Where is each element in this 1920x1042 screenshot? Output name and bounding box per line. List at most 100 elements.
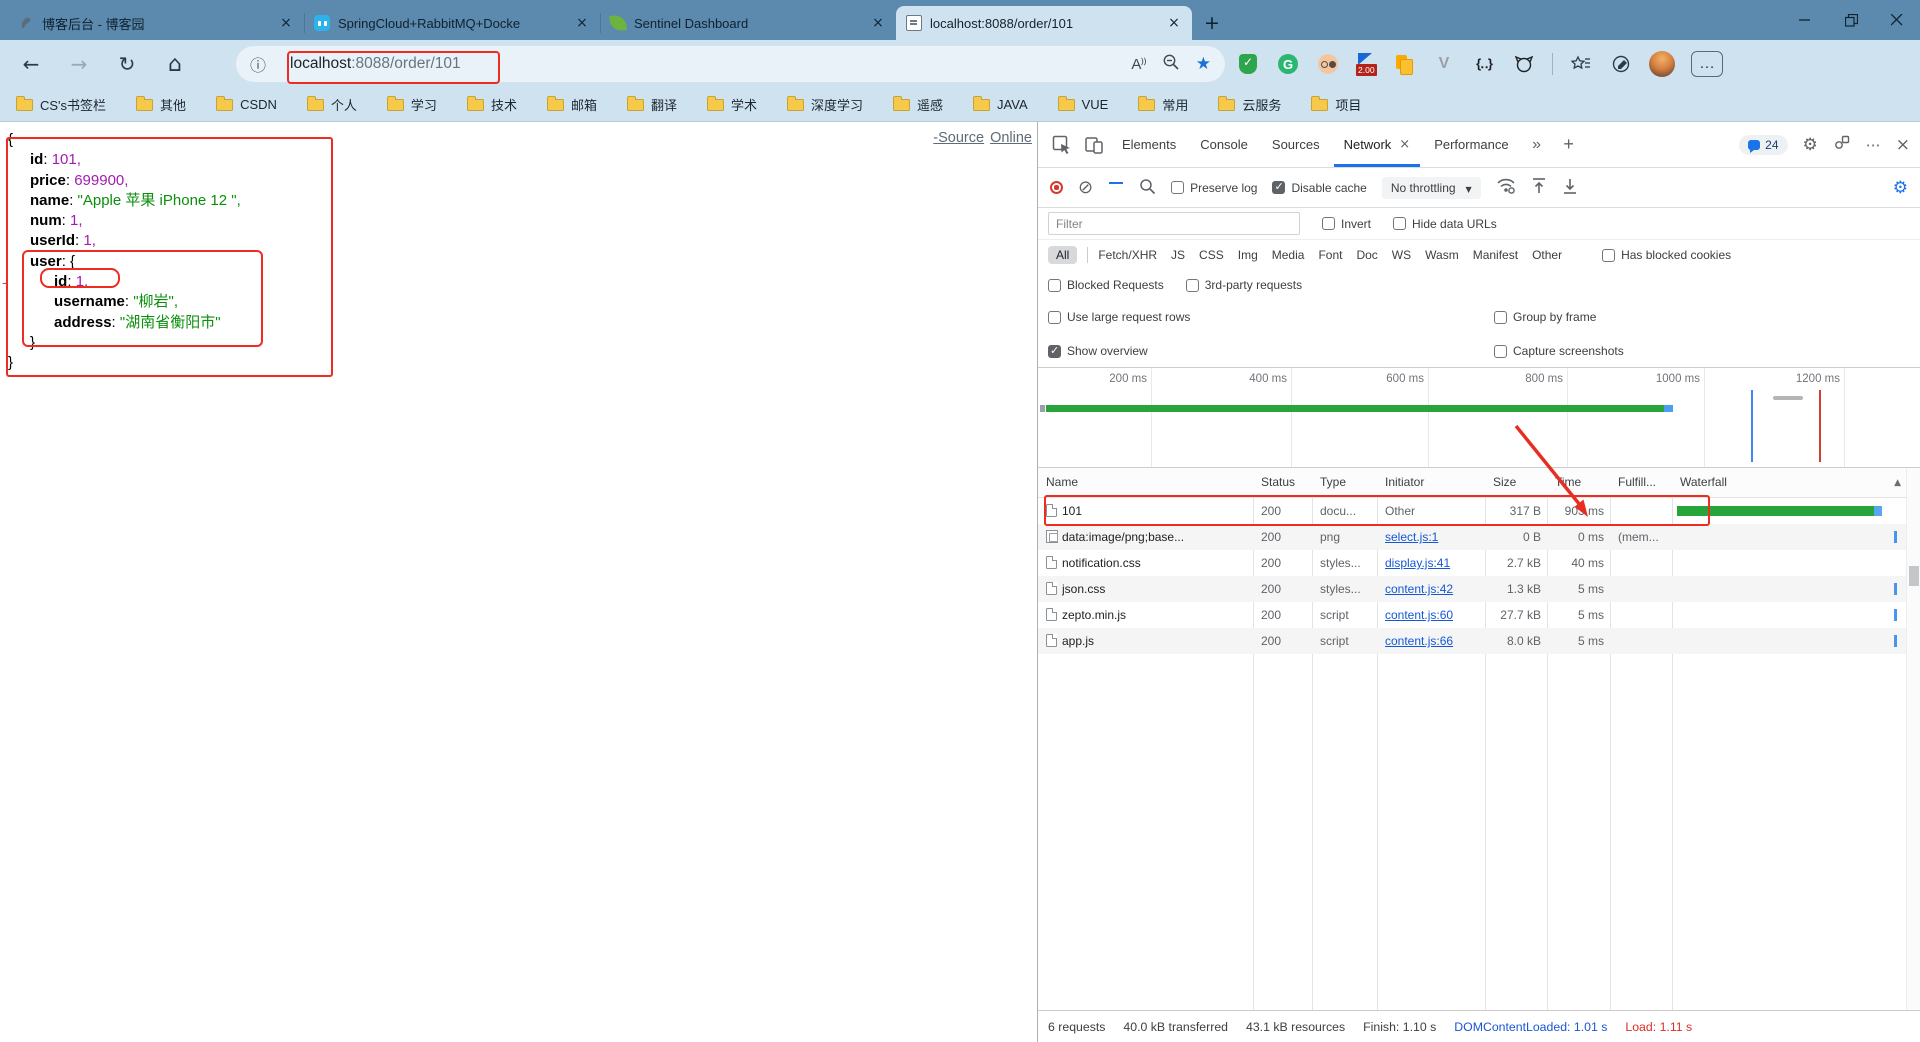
initiator-link[interactable]: content.js:42: [1385, 582, 1481, 596]
bookmark-folder[interactable]: CSDN: [216, 95, 277, 112]
hide-data-urls-checkbox[interactable]: Hide data URLs: [1393, 217, 1497, 231]
filter-doc[interactable]: Doc: [1356, 248, 1377, 262]
devtools-scrollbar[interactable]: [1906, 468, 1920, 1010]
capture-screenshots-checkbox[interactable]: Capture screenshots: [1494, 344, 1920, 358]
favorite-star-icon[interactable]: [1196, 54, 1211, 74]
filter-manifest[interactable]: Manifest: [1473, 248, 1518, 262]
bookmark-folder[interactable]: 个人: [306, 95, 357, 114]
bookmark-folder[interactable]: 常用: [1138, 95, 1188, 114]
grammarly-icon[interactable]: [1276, 52, 1300, 76]
v-extension-icon[interactable]: [1432, 52, 1456, 76]
sort-ascending-icon[interactable]: [1894, 478, 1901, 488]
site-info-icon[interactable]: [250, 52, 266, 76]
avatar-extension-icon[interactable]: [1316, 52, 1340, 76]
tab-sentinel[interactable]: Sentinel Dashboard: [600, 6, 896, 40]
request-row-101[interactable]: 101 200 docu... Other 317 B 903 ms: [1038, 498, 1920, 524]
tab-network[interactable]: Network: [1333, 122, 1421, 167]
network-conditions-icon[interactable]: [1496, 177, 1516, 198]
import-har-icon[interactable]: [1531, 177, 1547, 198]
inspect-element-icon[interactable]: [1048, 131, 1076, 159]
column-size[interactable]: Size: [1493, 475, 1516, 489]
filter-css[interactable]: CSS: [1199, 248, 1224, 262]
home-button[interactable]: [158, 47, 192, 81]
minimize-button[interactable]: [1782, 0, 1828, 40]
show-overview-checkbox[interactable]: Show overview: [1048, 344, 1494, 358]
close-devtools-icon[interactable]: [1896, 135, 1910, 155]
filter-wasm[interactable]: Wasm: [1425, 248, 1459, 262]
adblock-shield-icon[interactable]: [1236, 52, 1260, 76]
request-row-app-js[interactable]: app.js 200 script content.js:66 8.0 kB 5…: [1038, 628, 1920, 654]
disable-cache-checkbox[interactable]: Disable cache: [1272, 180, 1367, 195]
more-tabs-icon[interactable]: [1523, 131, 1551, 159]
source-link[interactable]: -Source: [933, 130, 984, 146]
filter-img[interactable]: Img: [1238, 248, 1258, 262]
column-initiator[interactable]: Initiator: [1385, 475, 1424, 489]
tab-blog-admin[interactable]: 博客后台 - 博客园: [8, 6, 304, 40]
tab-close-icon[interactable]: [1166, 15, 1182, 31]
group-by-frame-checkbox[interactable]: Group by frame: [1494, 310, 1920, 324]
request-row-notification-css[interactable]: notification.css 200 styles... display.j…: [1038, 550, 1920, 576]
record-network-log-button[interactable]: [1050, 181, 1063, 194]
read-aloud-icon[interactable]: [1131, 55, 1145, 74]
column-status[interactable]: Status: [1261, 475, 1295, 489]
new-tab-button[interactable]: [1198, 9, 1226, 37]
tab-sources[interactable]: Sources: [1262, 122, 1330, 167]
filter-js[interactable]: JS: [1171, 248, 1185, 262]
bookmark-folder[interactable]: 其他: [136, 95, 186, 114]
column-time[interactable]: Time: [1555, 475, 1581, 489]
network-overview-timeline[interactable]: 200 ms 400 ms 600 ms 800 ms 1000 ms 1200…: [1038, 368, 1920, 468]
address-bar[interactable]: localhost:8088/order/101: [236, 46, 1225, 82]
clear-network-log-icon[interactable]: [1078, 177, 1093, 198]
initiator-link[interactable]: select.js:1: [1385, 530, 1481, 544]
preserve-log-checkbox[interactable]: Preserve log: [1171, 181, 1257, 195]
export-har-icon[interactable]: [1562, 177, 1578, 198]
request-row-dataimage[interactable]: data:image/png;base... 200 png select.js…: [1038, 524, 1920, 550]
initiator-link[interactable]: content.js:60: [1385, 608, 1481, 622]
profile-avatar[interactable]: [1649, 51, 1675, 77]
filter-other[interactable]: Other: [1532, 248, 1562, 262]
tab-springcloud[interactable]: SpringCloud+RabbitMQ+Docke: [304, 6, 600, 40]
collapse-toggle-icon[interactable]: -: [2, 272, 7, 292]
column-waterfall[interactable]: Waterfall: [1680, 475, 1727, 489]
close-network-tab-icon[interactable]: [1399, 137, 1410, 152]
invert-checkbox[interactable]: Invert: [1322, 217, 1371, 231]
throttling-select[interactable]: No throttling: [1381, 176, 1481, 199]
add-tab-icon[interactable]: [1555, 131, 1583, 159]
bookmark-folder[interactable]: 邮箱: [546, 95, 597, 114]
collections-icon[interactable]: [1609, 52, 1633, 76]
bookmark-folder[interactable]: CS's书签栏: [16, 95, 106, 114]
tab-close-icon[interactable]: [870, 15, 886, 31]
filter-ws[interactable]: WS: [1392, 248, 1411, 262]
bookmark-folder[interactable]: JAVA: [973, 95, 1028, 112]
browser-menu-button[interactable]: [1691, 51, 1723, 77]
column-type[interactable]: Type: [1320, 475, 1346, 489]
tab-console[interactable]: Console: [1190, 122, 1258, 167]
bookmark-folder[interactable]: 学习: [386, 95, 437, 114]
bookmark-folder[interactable]: VUE: [1057, 95, 1108, 112]
filter-fetch-xhr[interactable]: Fetch/XHR: [1098, 248, 1157, 262]
column-name[interactable]: Name: [1046, 475, 1078, 489]
column-fulfilled[interactable]: Fulfill...: [1618, 475, 1656, 489]
tab-localhost-order[interactable]: localhost:8088/order/101: [896, 6, 1192, 40]
bookmark-folder[interactable]: 深度学习: [787, 95, 863, 114]
favorites-list-icon[interactable]: [1569, 52, 1593, 76]
flag-extension-icon[interactable]: 2.00: [1356, 52, 1377, 76]
network-filter-input[interactable]: [1048, 212, 1300, 235]
scrollbar-thumb[interactable]: [1909, 566, 1919, 586]
issues-badge[interactable]: 24: [1739, 134, 1788, 155]
bookmark-folder[interactable]: 遥感: [893, 95, 943, 114]
back-button[interactable]: [14, 47, 48, 81]
bookmark-folder[interactable]: 技术: [466, 95, 517, 114]
forward-button[interactable]: [62, 47, 96, 81]
online-link[interactable]: Online: [990, 130, 1032, 146]
tab-close-icon[interactable]: [574, 15, 590, 31]
has-blocked-cookies-checkbox[interactable]: Has blocked cookies: [1602, 248, 1731, 262]
json-braces-icon[interactable]: [1472, 52, 1496, 76]
request-row-json-css[interactable]: json.css 200 styles... content.js:42 1.3…: [1038, 576, 1920, 602]
focus-mode-icon[interactable]: [1833, 134, 1851, 155]
copy-pages-icon[interactable]: [1392, 52, 1416, 76]
filter-all[interactable]: All: [1048, 246, 1078, 264]
use-large-request-rows-checkbox[interactable]: Use large request rows: [1048, 310, 1494, 324]
filter-funnel-icon[interactable]: [1108, 181, 1124, 195]
device-toolbar-icon[interactable]: [1080, 131, 1108, 159]
